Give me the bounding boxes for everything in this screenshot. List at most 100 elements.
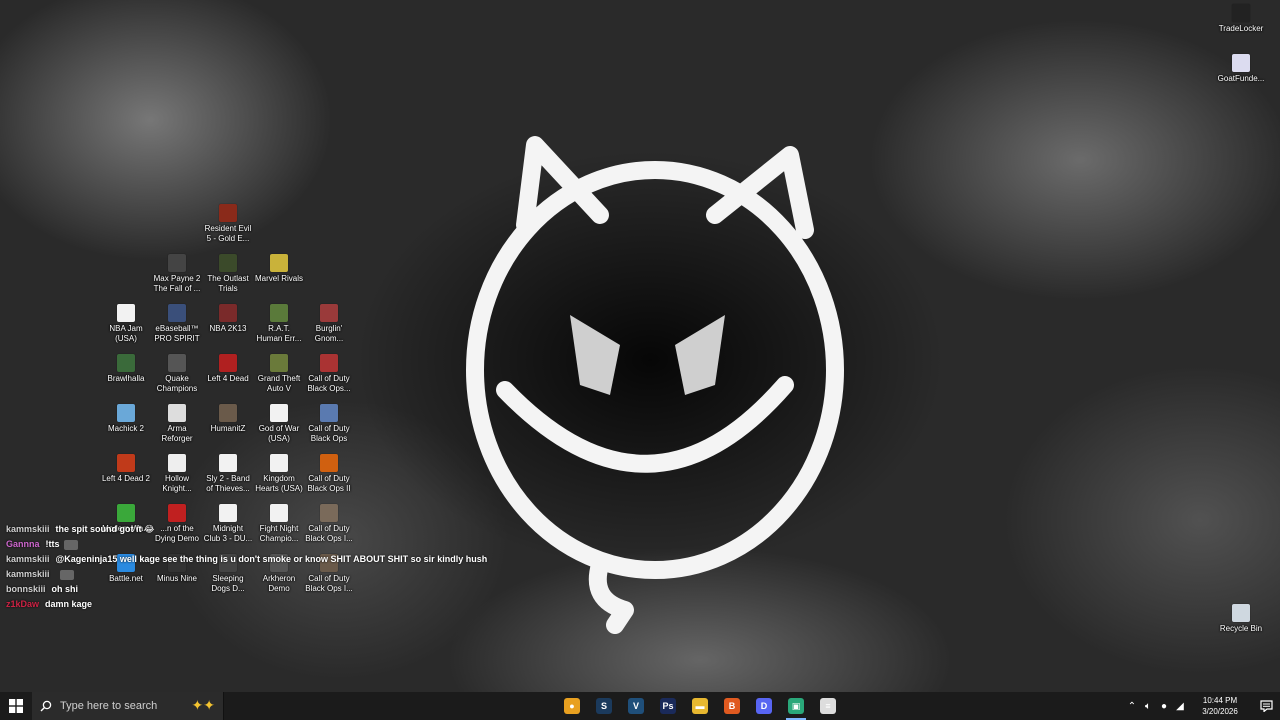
notepad-icon: ≡ [820,698,836,714]
desktop-icon-label: God of War (USA) [258,424,300,443]
desktop-icon-marvel-rivals[interactable]: Marvel Rivals [254,254,304,284]
left4dead2-icon [117,454,135,472]
file-icon [219,504,237,522]
desktop-icon-ebaseball[interactable]: eBaseball™ PRO SPIRIT [152,304,202,344]
desktop-icon-goatfunded[interactable]: GoatFunde... [1216,54,1266,84]
desktop-icon-rat[interactable]: R.A.T. Human Err... [254,304,304,344]
taskbar-app-chat-app[interactable]: ▣ [780,692,812,720]
desktop-icon-max-payne[interactable]: Max Payne 2 The Fall of ... [152,254,202,294]
goatfunded-icon [1232,54,1250,72]
taskbar-app-chrome[interactable]: ● [556,692,588,720]
cod-black-ops-icon [320,504,338,522]
desktop-icon-label: Brawlhalla [107,374,145,383]
chat-username: z1kDaw [6,599,40,609]
network-icon[interactable]: ◢ [1172,692,1188,720]
desktop-icon-arma[interactable]: Arma Reforger [152,404,202,444]
brave-icon: B [724,698,740,714]
desktop-icon-label: Kingdom Hearts (USA) [255,474,303,493]
desktop-icon-cod-black-ops[interactable]: Call of Duty Black Ops [304,404,354,444]
desktop-icon-file[interactable]: NBA Jam (USA) [101,304,151,344]
gta-v-icon [270,354,288,372]
cod-black-ops-icon [320,354,338,372]
chat-emote-icon [59,569,74,580]
left4dead-icon [219,354,237,372]
burglin-gnomes-icon [320,304,338,322]
desktop-icon-label: The Outlast Trials [207,274,249,293]
taskbar-app-brave[interactable]: B [716,692,748,720]
quake-icon [168,354,186,372]
taskbar-app-file-explorer[interactable]: ▬ [684,692,716,720]
chat-text: the spit sound got it 😂 [55,524,155,534]
microphone-icon[interactable]: ● [1156,692,1172,720]
taskbar-clock[interactable]: 10:44 PM 3/20/2026 [1188,695,1252,717]
desktop-icon-label: TradeLocker [1218,24,1264,33]
desktop-icon-label: Grand Theft Auto V [257,374,301,393]
desktop-icon-label: NBA Jam (USA) [109,324,143,343]
show-hidden-icons-chevron-icon[interactable]: ⌃ [1124,692,1140,720]
desktop-icon-tradelocker[interactable]: TradeLocker [1216,4,1266,34]
search-input[interactable] [60,700,180,712]
desktop-icon-brawlhalla[interactable]: Brawlhalla [101,354,151,384]
chat-message: kammskiii the spit sound got it 😂 [6,522,526,537]
desktop-icon-label: Marvel Rivals [254,274,303,283]
desktop-icon-resident-evil[interactable]: Resident Evil 5 - Gold E... [203,204,253,244]
taskbar-app-discord[interactable]: D [748,692,780,720]
desktop-icon-label: Call of Duty Black Ops II [307,474,351,493]
desktop-icon-gta-v[interactable]: Grand Theft Auto V [254,354,304,394]
search-highlight-sparkle-icon[interactable]: ✦✦ [192,697,215,714]
desktop-icon-label: Call of Duty Black Ops... [307,374,351,393]
desktop-icon-file[interactable]: Kingdom Hearts (USA) [254,454,304,494]
desktop-icon-burglin-gnomes[interactable]: Burglin' Gnom... [304,304,354,344]
desktop-icon-label: Sly 2 - Band of Thieves... [206,474,250,493]
desktop-icon-label: Arma Reforger [161,424,193,443]
desktop-icon-hollow-knight[interactable]: Hollow Knight... [152,454,202,494]
desktop-icon-label: NBA 2K13 [209,324,247,333]
windows-logo-icon [9,699,23,713]
desktop-icon-nba2k13[interactable]: NBA 2K13 [203,304,253,334]
taskbar-app-photoshop[interactable]: Ps [652,692,684,720]
chat-username: kammskiii [6,524,50,534]
taskbar-search[interactable]: ✦✦ [32,692,224,720]
chrome-icon: ● [564,698,580,714]
desktop-icon-label: Hollow Knight... [162,474,192,493]
rat-icon [270,304,288,322]
cod-black-ops-icon [320,404,338,422]
humanitz-icon [219,404,237,422]
desktop-icon-humanitz[interactable]: HumanitZ [203,404,253,434]
file-icon [270,504,288,522]
dying-demo-icon [168,504,186,522]
desktop-icon-quake[interactable]: Quake Champions [152,354,202,394]
chat-message: Gannna !tts [6,537,526,552]
modern-warfare-icon [117,504,135,522]
desktop-icon-machick[interactable]: Machick 2 [101,404,151,434]
desktop-icon-label: Resident Evil 5 - Gold E... [204,224,252,243]
vegas-icon: V [628,698,644,714]
start-button[interactable] [0,692,32,720]
desktop-icon-recycle-bin[interactable]: Recycle Bin [1216,604,1266,634]
notification-center-button[interactable] [1252,692,1280,720]
clock-date: 3/20/2026 [1202,707,1238,716]
taskbar-app-notepad[interactable]: ≡ [812,692,844,720]
desktop-icon-outlast[interactable]: The Outlast Trials [203,254,253,294]
desktop-icon-left4dead2[interactable]: Left 4 Dead 2 [101,454,151,484]
stream-chat-overlay: kammskiii the spit sound got it 😂 Gannna !t… [6,522,526,612]
desktop-icon-label: Max Payne 2 The Fall of ... [153,274,201,293]
desktop-icon-file[interactable]: Sly 2 - Band of Thieves... [203,454,253,494]
file-icon [270,454,288,472]
desktop-icon-label: HumanitZ [210,424,246,433]
chat-message: z1kDaw damn kage [6,597,526,612]
desktop-icon-file[interactable]: God of War (USA) [254,404,304,444]
desktop-icon-label: GoatFunde... [1217,74,1265,83]
system-tray: ⌃ 🔈︎ ● ◢ 10:44 PM 3/20/2026 [1124,692,1280,720]
steam-icon: S [596,698,612,714]
hollow-knight-icon [168,454,186,472]
desktop-icon-label: R.A.T. Human Err... [256,324,302,343]
desktop-icon-cod-black-ops-2[interactable]: Call of Duty Black Ops II [304,454,354,494]
photoshop-icon: Ps [660,698,676,714]
volume-icon[interactable]: 🔈︎ [1140,692,1156,720]
taskbar-app-steam[interactable]: S [588,692,620,720]
desktop-icon-left4dead[interactable]: Left 4 Dead [203,354,253,384]
resident-evil-icon [219,204,237,222]
desktop-icon-cod-black-ops[interactable]: Call of Duty Black Ops... [304,354,354,394]
taskbar-app-vegas[interactable]: V [620,692,652,720]
